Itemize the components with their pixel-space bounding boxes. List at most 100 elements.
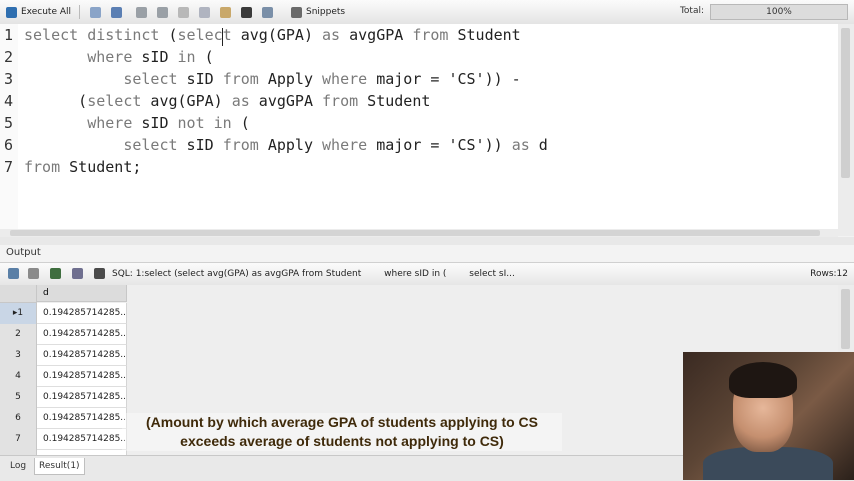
sql-token: avgGPA	[340, 26, 413, 44]
sql-keyword: select	[24, 136, 178, 154]
sql-keyword: from	[412, 26, 449, 44]
output-label: Output	[6, 247, 41, 258]
row-number[interactable]: 2	[0, 324, 37, 346]
code-text: select distinct (select avg(GPA) as avgG…	[24, 24, 521, 46]
execute-all-label: Execute All	[21, 7, 72, 17]
grid-corner[interactable]	[0, 285, 37, 303]
sql-token: sID	[132, 48, 178, 66]
sql-keyword: select	[87, 92, 142, 110]
sql-keyword: as	[322, 26, 341, 44]
video-caption: (Amount by which average GPA of students…	[122, 413, 562, 451]
sql-keyword: from	[24, 158, 61, 176]
line-number: 1	[4, 26, 14, 44]
sql-keyword: where	[24, 114, 133, 132]
toolbar-separator	[79, 5, 81, 19]
code-text: where sID not in (	[24, 112, 250, 134]
paste-icon[interactable]	[220, 6, 232, 18]
filter-icon[interactable]	[94, 268, 105, 279]
sql-token: (	[168, 26, 178, 44]
stop-icon[interactable]	[28, 268, 39, 279]
sql-keyword: from	[322, 92, 359, 110]
table-cell[interactable]: 0.194285714285...	[37, 387, 127, 408]
code-text: (select avg(GPA) as avgGPA from Student	[24, 90, 430, 112]
snippets-button[interactable]: Snippets	[283, 3, 345, 21]
tab-log[interactable]: Log	[6, 458, 30, 474]
sql-token: (	[195, 48, 214, 66]
row-number[interactable]: 5	[0, 387, 37, 409]
row-count: Rows:12	[810, 269, 848, 279]
tab-result[interactable]: Result(1)	[34, 458, 85, 475]
line-number: 2	[4, 48, 14, 66]
sql-keyword: as	[231, 92, 250, 110]
webcam-overlay	[683, 352, 854, 480]
sql-token: major = 'CS')) -	[367, 70, 521, 88]
sql-token: avg(GPA)	[141, 92, 232, 110]
scroll-thumb[interactable]	[841, 28, 850, 178]
sql-token: Apply	[258, 70, 323, 88]
sql-keyword: select	[177, 26, 232, 44]
row-number[interactable]: 3	[0, 345, 37, 367]
sql-token: sID	[177, 136, 223, 154]
sql-keyword: not in	[177, 114, 232, 132]
table-cell[interactable]: 0.194285714285...	[37, 303, 127, 324]
settings-icon[interactable]	[72, 268, 83, 279]
editor-horizontal-scrollbar[interactable]	[0, 229, 838, 237]
sql-keyword: in	[177, 48, 196, 66]
undo-icon[interactable]	[136, 6, 148, 18]
sql-token: d	[529, 136, 548, 154]
line-number: 3	[4, 70, 14, 88]
sql-token: avg(GPA)	[231, 26, 323, 44]
line-number: 4	[4, 92, 14, 110]
sql-token: Apply	[258, 136, 323, 154]
row-number[interactable]: 6	[0, 408, 37, 430]
row-number[interactable]: 4	[0, 366, 37, 388]
table-cell[interactable]: 0.194285714285...	[37, 408, 127, 429]
redo-icon[interactable]	[157, 6, 169, 18]
export-icon[interactable]	[50, 268, 61, 279]
copy-icon[interactable]	[199, 6, 211, 18]
zoom-indicator[interactable]: 100%	[710, 4, 848, 20]
cut-icon[interactable]	[178, 6, 190, 18]
sql-token: (	[24, 92, 88, 110]
find-icon[interactable]	[262, 6, 274, 18]
line-number: 6	[4, 136, 14, 154]
refresh-icon[interactable]	[8, 268, 19, 279]
line-number: 5	[4, 114, 14, 132]
output-toolbar: SQL: 1:select (select avg(GPA) as avgGPA…	[0, 262, 854, 286]
sql-keyword: from	[222, 70, 259, 88]
sql-keyword: select distinct	[24, 26, 169, 44]
save-icon[interactable]	[111, 6, 123, 18]
total-label: Total:	[679, 6, 704, 16]
snippets-label: Snippets	[306, 7, 346, 17]
table-cell[interactable]: 0.194285714285...	[37, 345, 127, 366]
sql-token: sID	[132, 114, 178, 132]
scroll-thumb[interactable]	[841, 289, 850, 349]
text-cursor	[222, 28, 223, 46]
pane-splitter[interactable]	[0, 237, 854, 245]
execute-all-button[interactable]: Execute All	[6, 3, 71, 21]
presenter-hair	[729, 362, 797, 398]
row-number[interactable]: 7	[0, 429, 37, 451]
sql-keyword: where	[322, 70, 368, 88]
column-header-d[interactable]: d	[37, 285, 127, 302]
line-number: 7	[4, 158, 14, 176]
sql-keyword: as	[511, 136, 530, 154]
table-cell[interactable]: 0.194285714285...	[37, 324, 127, 345]
sql-token: Student	[448, 26, 521, 44]
sql-editor[interactable]: 1 select distinct (select avg(GPA) as avg…	[0, 24, 838, 237]
new-icon[interactable]	[90, 6, 102, 18]
sql-token: (	[231, 114, 250, 132]
row-number[interactable]: ▸1	[0, 303, 37, 325]
code-text: from Student;	[24, 156, 141, 178]
caption-line-1: (Amount by which average GPA of students…	[145, 414, 539, 430]
editor-vertical-scrollbar[interactable]	[838, 24, 854, 236]
scroll-thumb[interactable]	[10, 230, 820, 236]
table-cell[interactable]: 0.194285714285...	[37, 429, 127, 450]
code-text: select sID from Apply where major = 'CS'…	[24, 68, 521, 90]
sql-token: sID	[177, 70, 223, 88]
highlight-icon[interactable]	[241, 6, 253, 18]
sql-token: Student;	[60, 158, 142, 176]
sql-token: major = 'CS'))	[367, 136, 512, 154]
table-cell[interactable]: 0.194285714285...	[37, 366, 127, 387]
code-text: where sID in (	[24, 46, 214, 68]
